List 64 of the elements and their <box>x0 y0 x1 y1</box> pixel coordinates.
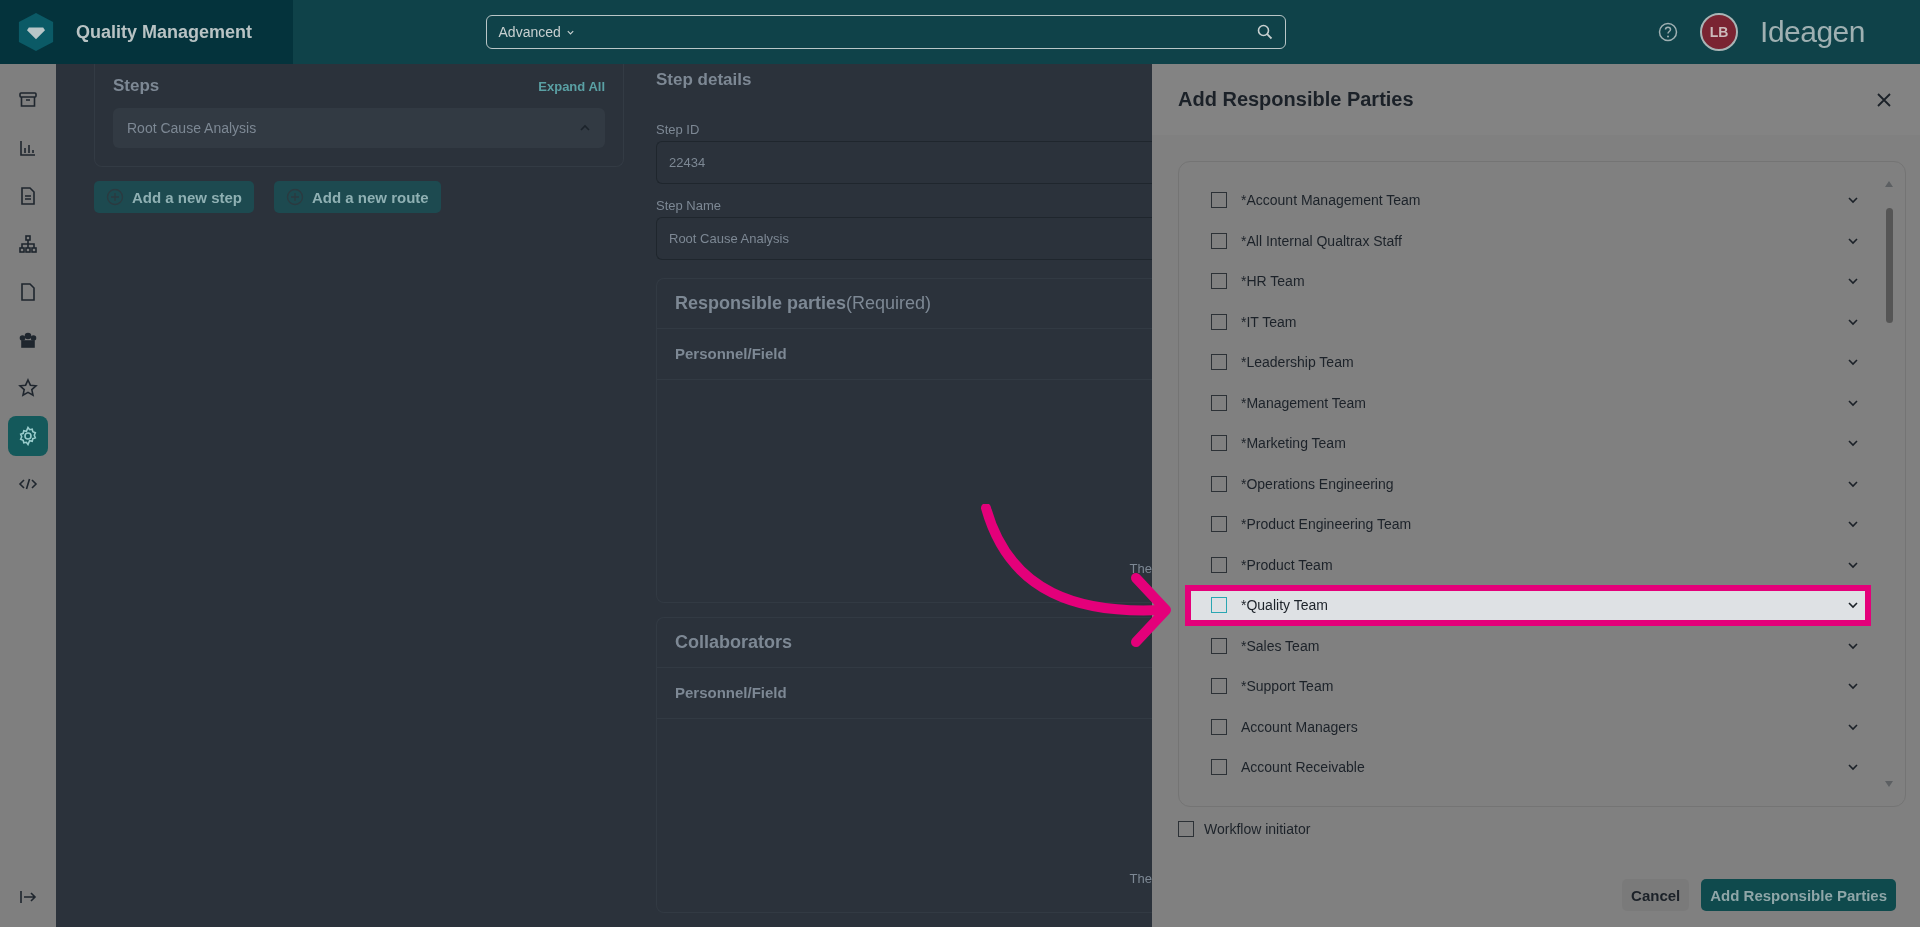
checkbox-label: Workflow initiator <box>1204 821 1311 837</box>
list-item[interactable]: Account Managers <box>1185 706 1871 747</box>
help-icon[interactable] <box>1658 22 1679 42</box>
submit-button[interactable]: Add Responsible Parties <box>1701 879 1896 911</box>
field-label: Step Name <box>656 198 723 214</box>
checkbox[interactable] <box>1211 273 1227 290</box>
steps-title: Steps <box>113 76 160 96</box>
checkbox[interactable] <box>1211 475 1227 492</box>
list-item[interactable]: *Operations Engineering <box>1185 463 1871 504</box>
checkbox[interactable] <box>1211 556 1227 573</box>
diamond-logo-icon <box>18 12 54 52</box>
checkbox[interactable] <box>1211 232 1227 249</box>
text-field[interactable]: Root Cause Analysis <box>656 217 1152 261</box>
settings-icon[interactable] <box>8 416 48 456</box>
app-title: Quality Management <box>76 21 253 43</box>
list-item[interactable]: *Support Team <box>1185 666 1871 707</box>
checkbox[interactable] <box>1211 516 1227 533</box>
checkbox[interactable] <box>1211 759 1227 776</box>
text-field[interactable]: 22434 <box>656 141 1152 185</box>
list-item[interactable]: *All Internal Qualtrax Staff <box>1185 220 1871 261</box>
step-name: Root Cause Analysis <box>127 120 257 136</box>
step-item[interactable]: Root Cause Analysis <box>113 108 605 148</box>
drawer-title: Add Responsible Parties <box>1178 88 1414 111</box>
list-item[interactable]: Account Receivable <box>1185 747 1871 788</box>
step-details-title: Step details <box>656 70 753 90</box>
list-item[interactable]: *Product Engineering Team <box>1185 504 1871 545</box>
close-icon[interactable] <box>1876 91 1892 108</box>
column-header: Personnel/Field <box>675 345 787 363</box>
checkbox[interactable] <box>1211 637 1227 654</box>
expand-all-link[interactable]: Expand All <box>538 78 605 94</box>
add-button[interactable]: Add a new step <box>94 181 255 213</box>
section-title: Responsible parties(Required) <box>675 293 932 314</box>
checkbox[interactable] <box>1211 192 1227 209</box>
brand-logo: Ideagen <box>1760 15 1865 49</box>
checkbox[interactable] <box>1211 597 1227 614</box>
list-item[interactable]: *Marketing Team <box>1185 423 1871 464</box>
checkbox[interactable] <box>1211 394 1227 411</box>
checkbox[interactable] <box>1211 354 1227 371</box>
search-filter-dropdown[interactable]: Advanced <box>498 24 575 40</box>
section-footer-text: The <box>1129 561 1152 577</box>
section-footer-text: The <box>1129 871 1152 886</box>
list-item[interactable]: *Management Team <box>1185 382 1871 423</box>
user-avatar[interactable]: LB <box>1700 13 1739 51</box>
section-title: Collaborators <box>675 632 793 653</box>
list-item[interactable]: *Account Management Team <box>1185 180 1871 221</box>
checkbox[interactable] <box>1211 435 1227 452</box>
add-button[interactable]: Add a new route <box>274 181 441 213</box>
cancel-button[interactable]: Cancel <box>1622 879 1690 911</box>
list-item[interactable]: *Product Team <box>1185 544 1871 585</box>
search-icon[interactable] <box>1256 24 1273 40</box>
checkbox[interactable] <box>1211 678 1227 695</box>
column-header: Personnel/Field <box>675 684 787 702</box>
checkbox[interactable] <box>1211 313 1227 330</box>
list-item[interactable]: *Leadership Team <box>1185 342 1871 383</box>
field-label: Step ID <box>656 122 701 137</box>
list-item[interactable]: *Quality Team <box>1185 585 1871 626</box>
list-item[interactable]: *Sales Team <box>1185 625 1871 666</box>
list-item[interactable]: *IT Team <box>1185 301 1871 342</box>
scroll-thumb[interactable] <box>1885 208 1893 323</box>
search-field[interactable]: Advanced <box>485 15 1286 49</box>
scrollbar[interactable] <box>1883 180 1895 788</box>
list-item[interactable]: *HR Team <box>1185 261 1871 302</box>
checkbox[interactable] <box>1178 821 1194 837</box>
checkbox[interactable] <box>1211 718 1227 735</box>
